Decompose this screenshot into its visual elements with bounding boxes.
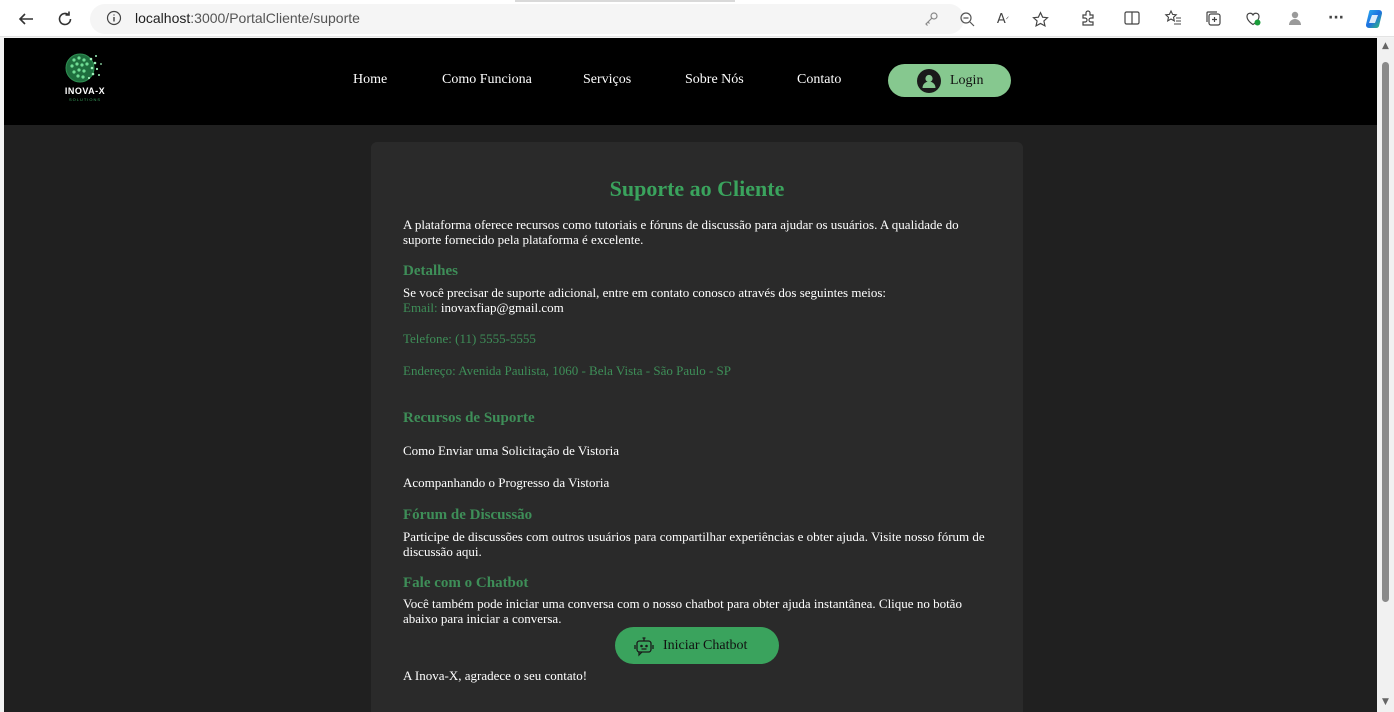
resource-link-1[interactable]: Como Enviar uma Solicitação de Vistoria <box>403 443 993 458</box>
menu-contato[interactable]: Contato <box>797 72 841 88</box>
tab-strip-edge <box>515 0 735 2</box>
address-text: Endereço: Avenida Paulista, 1060 - Bela … <box>403 363 732 378</box>
url-path: :3000/PortalCliente/suporte <box>190 10 360 26</box>
thanks-text: A Inova-X, agradece o seu contato! <box>403 668 588 683</box>
browser-essentials-icon[interactable] <box>1243 8 1263 28</box>
scroll-thumb[interactable] <box>1382 62 1389 602</box>
address-bar[interactable]: localhost:3000/PortalCliente/suporte Aᐟ <box>90 4 1049 34</box>
start-chatbot-button[interactable]: Iniciar Chatbot <box>615 627 779 664</box>
chatbot-button-label: Iniciar Chatbot <box>663 637 748 653</box>
read-aloud-icon[interactable]: Aᐟ <box>993 9 1013 29</box>
collections-icon[interactable] <box>1203 8 1223 28</box>
forum-heading: Fórum de Discussão <box>403 507 533 523</box>
profile-icon[interactable] <box>1285 8 1305 28</box>
forum-text-body: Participe de discussões com outros usuár… <box>403 529 985 559</box>
key-icon[interactable] <box>921 9 941 29</box>
site-header: INOVA-X SOLUTIONS Home Como Funciona Ser… <box>4 38 1377 125</box>
favorite-star-icon[interactable] <box>1030 9 1050 29</box>
logo-subtext: SOLUTIONS <box>68 97 102 102</box>
menu-home[interactable]: Home <box>353 72 387 88</box>
support-card: Suporte ao Cliente A plataforma oferece … <box>371 142 1023 712</box>
chatbot-heading: Fale com o Chatbot <box>403 575 529 591</box>
page-viewport: INOVA-X SOLUTIONS Home Como Funciona Ser… <box>4 38 1377 712</box>
url-text[interactable]: localhost:3000/PortalCliente/suporte <box>135 10 360 26</box>
email-label: Email: <box>403 300 438 315</box>
page-title: Suporte ao Cliente <box>609 176 785 201</box>
chatbot-robot-icon <box>634 636 654 656</box>
resources-heading: Recursos de Suporte <box>403 410 535 426</box>
logo-globe-icon <box>65 53 102 83</box>
split-screen-icon[interactable] <box>1122 8 1142 28</box>
favorites-icon[interactable] <box>1163 8 1183 28</box>
scroll-down-icon[interactable]: ▼ <box>1381 698 1390 707</box>
details-text: Se você precisar de suporte adicional, e… <box>403 285 887 300</box>
support-intro: A plataforma oferece recursos como tutor… <box>403 217 959 247</box>
extensions-icon[interactable] <box>1078 8 1098 28</box>
refresh-icon[interactable] <box>53 7 77 31</box>
user-icon <box>917 68 941 93</box>
zoom-icon[interactable] <box>957 9 977 29</box>
logo-text: INOVA-X <box>64 86 106 96</box>
resource-link-2[interactable]: Acompanhando o Progresso da Vistoria <box>403 475 993 490</box>
menu-como-funciona[interactable]: Como Funciona <box>442 72 532 88</box>
details-heading: Detalhes <box>403 263 458 279</box>
forum-text-end: . <box>478 544 482 559</box>
scroll-up-icon[interactable]: ▲ <box>1381 42 1390 51</box>
email-line: Email: inovaxfiap@gmail.com <box>403 300 993 315</box>
url-host: localhost <box>135 10 191 26</box>
back-icon[interactable] <box>14 7 38 31</box>
more-icon[interactable]: ··· <box>1326 8 1346 28</box>
info-icon[interactable] <box>106 10 122 26</box>
browser-toolbar: localhost:3000/PortalCliente/suporte Aᐟ … <box>0 0 1394 37</box>
copilot-icon[interactable] <box>1363 8 1385 30</box>
email-value[interactable]: inovaxfiap@gmail.com <box>441 300 564 315</box>
menu-sobre-nos[interactable]: Sobre Nós <box>685 72 744 88</box>
login-button[interactable]: Login <box>888 64 1011 97</box>
forum-link[interactable]: aqui <box>456 544 478 559</box>
login-label: Login <box>950 72 984 88</box>
phone-text: Telefone: (11) 5555-5555 <box>403 331 536 346</box>
forum-text: Participe de discussões com outros usuár… <box>403 529 993 559</box>
inova-x-logo[interactable]: INOVA-X SOLUTIONS <box>60 50 110 106</box>
page-scrollbar[interactable]: ▲ ▼ <box>1377 38 1394 712</box>
menu-servicos[interactable]: Serviços <box>583 72 631 88</box>
chatbot-text: Você também pode iniciar uma conversa co… <box>403 596 962 626</box>
